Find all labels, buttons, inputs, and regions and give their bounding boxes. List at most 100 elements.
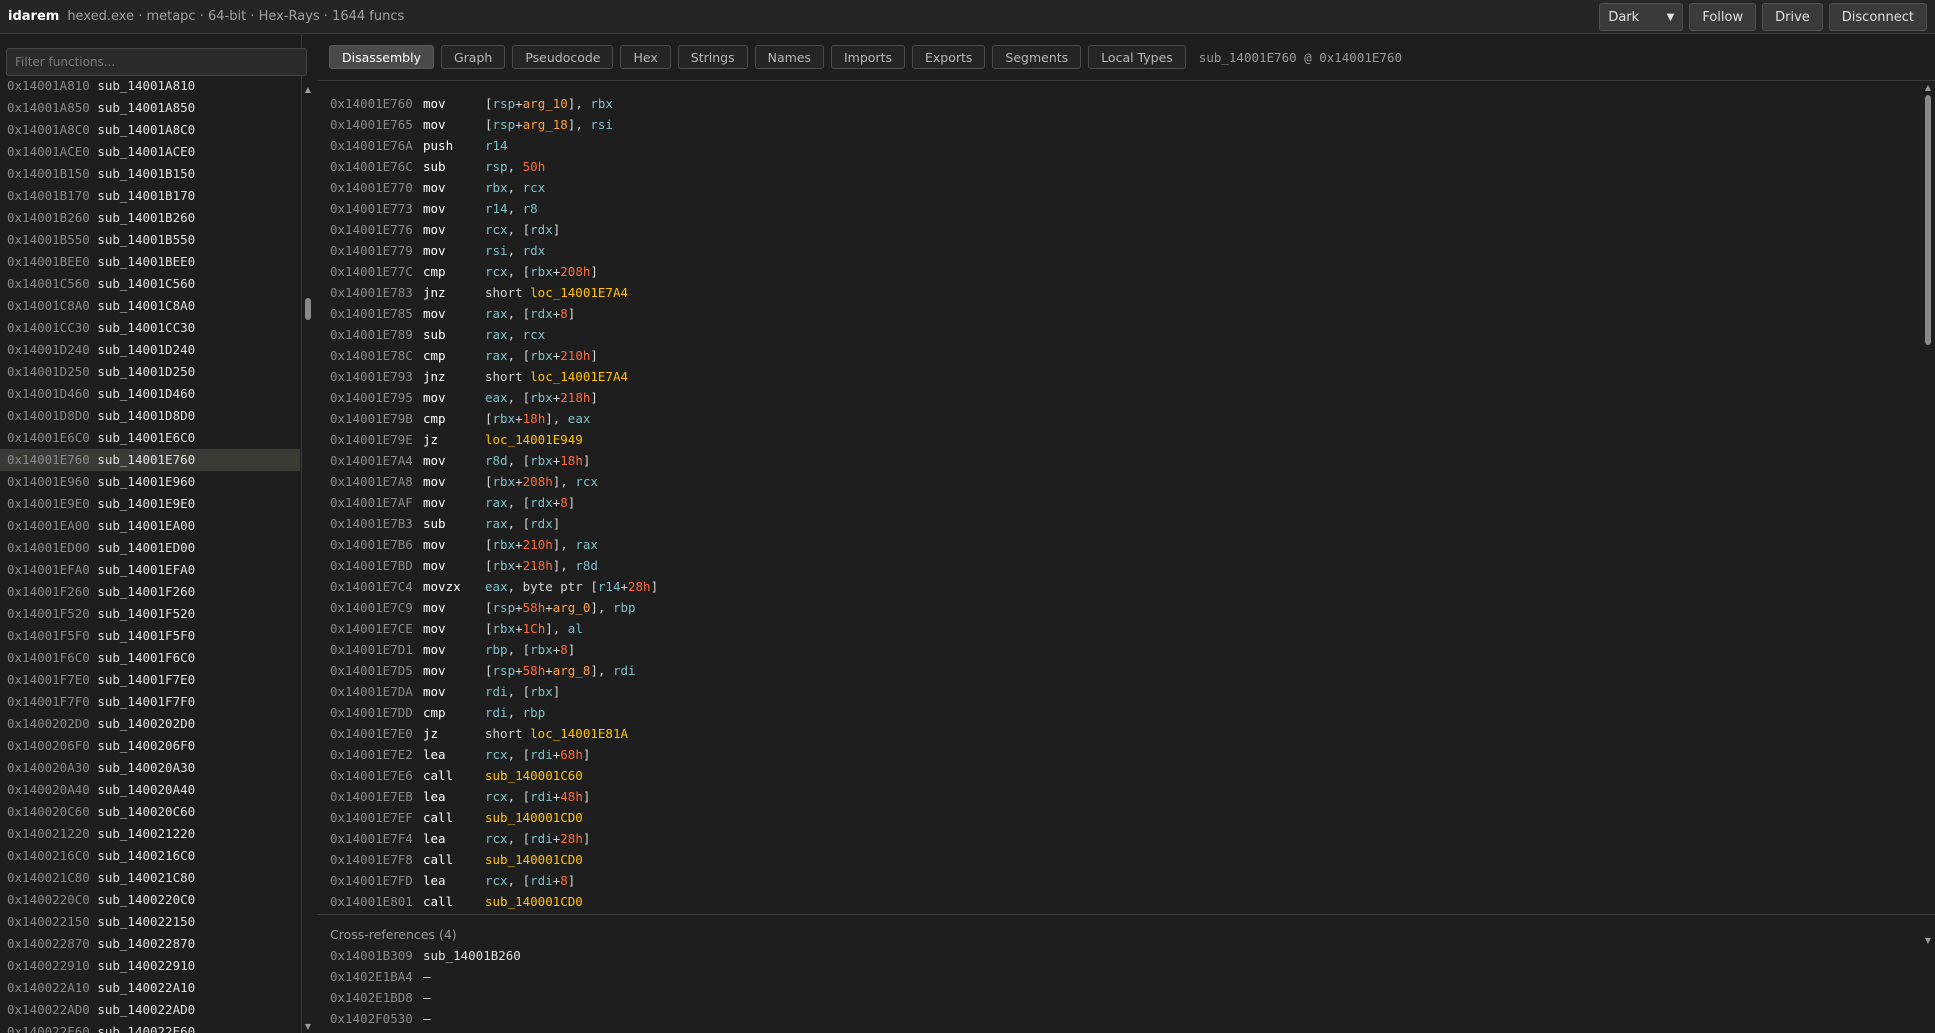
- disassembly-line[interactable]: 0x14001E7C4 movzx eax, byte ptr [r14+28h]: [330, 576, 658, 597]
- disassembly-line[interactable]: 0x14001E7C9 mov [rsp+58h+arg_0], rbp: [330, 597, 658, 618]
- function-list-item[interactable]: 0x14001D8D0 sub_14001D8D0: [0, 405, 300, 427]
- function-list-item[interactable]: 0x14001B170 sub_14001B170: [0, 185, 300, 207]
- function-list-item[interactable]: 0x1400202D0 sub_1400202D0: [0, 713, 300, 735]
- function-list-item[interactable]: 0x1400216C0 sub_1400216C0: [0, 845, 300, 867]
- function-list-item[interactable]: 0x14001D250 sub_14001D250: [0, 361, 300, 383]
- function-list-item[interactable]: 0x14001A810 sub_14001A810: [0, 81, 300, 97]
- function-list-item[interactable]: 0x14001B260 sub_14001B260: [0, 207, 300, 229]
- function-list-item[interactable]: 0x14001E760 sub_14001E760: [0, 449, 300, 471]
- tab-imports[interactable]: Imports: [830, 45, 905, 69]
- disassembly-line[interactable]: 0x14001E7D5 mov [rsp+58h+arg_8], rdi: [330, 660, 658, 681]
- scroll-up-arrow-icon[interactable]: ▲: [1924, 83, 1932, 92]
- scroll-down-arrow-icon[interactable]: ▼: [304, 1022, 312, 1031]
- scrollbar-thumb[interactable]: [305, 298, 311, 320]
- function-list-scrollbar[interactable]: ▲ ▼: [302, 81, 314, 1033]
- disassembly-line[interactable]: 0x14001E773 mov r14, r8: [330, 198, 658, 219]
- disassembly-view[interactable]: 0x14001E760 mov [rsp+arg_10], rbx 0x14001E7…: [317, 81, 1935, 947]
- disassembly-line[interactable]: 0x14001E789 sub rax, rcx: [330, 324, 658, 345]
- function-list-item[interactable]: 0x14001D240 sub_14001D240: [0, 339, 300, 361]
- theme-select[interactable]: Dark ▼: [1599, 3, 1684, 31]
- disassembly-line[interactable]: 0x14001E78C cmp rax, [rbx+210h]: [330, 345, 658, 366]
- disassembly-line[interactable]: 0x14001E7FD lea rcx, [rdi+8]: [330, 870, 658, 891]
- function-list-item[interactable]: 0x14001EFA0 sub_14001EFA0: [0, 559, 300, 581]
- tab-segments[interactable]: Segments: [992, 45, 1082, 69]
- disassembly-line[interactable]: 0x14001E779 mov rsi, rdx: [330, 240, 658, 261]
- function-list-item[interactable]: 0x14001E9E0 sub_14001E9E0: [0, 493, 300, 515]
- xref-item[interactable]: 0x1402E1BA4 —: [330, 966, 521, 987]
- disassembly-line[interactable]: 0x14001E77C cmp rcx, [rbx+208h]: [330, 261, 658, 282]
- tab-graph[interactable]: Graph: [440, 45, 506, 69]
- disassembly-line[interactable]: 0x14001E7D1 mov rbp, [rbx+8]: [330, 639, 658, 660]
- disassembly-line[interactable]: 0x14001E7AF mov rax, [rdx+8]: [330, 492, 658, 513]
- function-list-item[interactable]: 0x14001B150 sub_14001B150: [0, 163, 300, 185]
- function-list-item[interactable]: 0x14001ACE0 sub_14001ACE0: [0, 141, 300, 163]
- scroll-up-arrow-icon[interactable]: ▲: [304, 85, 312, 94]
- xref-item[interactable]: 0x14001B309 sub_14001B260: [330, 945, 521, 966]
- disassembly-line[interactable]: 0x14001E801 call sub_140001CD0: [330, 891, 658, 912]
- function-list-item[interactable]: 0x140022910 sub_140022910: [0, 955, 300, 977]
- disassembly-line[interactable]: 0x14001E776 mov rcx, [rdx]: [330, 219, 658, 240]
- tab-exports[interactable]: Exports: [911, 45, 986, 69]
- function-list-item[interactable]: 0x1400220C0 sub_1400220C0: [0, 889, 300, 911]
- function-list-item[interactable]: 0x1400206F0 sub_1400206F0: [0, 735, 300, 757]
- disassembly-line[interactable]: 0x14001E7A8 mov [rbx+208h], rcx: [330, 471, 658, 492]
- location-reference[interactable]: loc_14001E7A4: [530, 285, 628, 300]
- function-list-item[interactable]: 0x14001F7E0 sub_14001F7E0: [0, 669, 300, 691]
- function-list-item[interactable]: 0x14001F260 sub_14001F260: [0, 581, 300, 603]
- function-list-item[interactable]: 0x140020C60 sub_140020C60: [0, 801, 300, 823]
- function-list-item[interactable]: 0x14001F7F0 sub_14001F7F0: [0, 691, 300, 713]
- disassembly-line[interactable]: 0x14001E76C sub rsp, 50h: [330, 156, 658, 177]
- disassembly-line[interactable]: 0x14001E785 mov rax, [rdx+8]: [330, 303, 658, 324]
- function-list-item[interactable]: 0x14001A8C0 sub_14001A8C0: [0, 119, 300, 141]
- function-list-item[interactable]: 0x14001F6C0 sub_14001F6C0: [0, 647, 300, 669]
- location-reference[interactable]: loc_14001E949: [485, 432, 583, 447]
- disassembly-line[interactable]: 0x14001E7BD mov [rbx+218h], r8d: [330, 555, 658, 576]
- tab-hex[interactable]: Hex: [620, 45, 671, 69]
- xref-item[interactable]: 0x1402F0530 —: [330, 1008, 521, 1029]
- disassembly-line[interactable]: 0x14001E7DA mov rdi, [rbx]: [330, 681, 658, 702]
- disassembly-line[interactable]: 0x14001E76A push r14: [330, 135, 658, 156]
- disassembly-line[interactable]: 0x14001E7B6 mov [rbx+210h], rax: [330, 534, 658, 555]
- function-list-item[interactable]: 0x140022150 sub_140022150: [0, 911, 300, 933]
- disassembly-line[interactable]: 0x14001E7F4 lea rcx, [rdi+28h]: [330, 828, 658, 849]
- xref-item[interactable]: 0x1402E1BD8 —: [330, 987, 521, 1008]
- disassembly-line[interactable]: 0x14001E783 jnz short loc_14001E7A4: [330, 282, 658, 303]
- location-reference[interactable]: loc_14001E81A: [530, 726, 628, 741]
- tab-names[interactable]: Names: [754, 45, 824, 69]
- location-reference[interactable]: sub_140001CD0: [485, 810, 583, 825]
- function-list-item[interactable]: 0x14001C8A0 sub_14001C8A0: [0, 295, 300, 317]
- disassembly-line[interactable]: 0x14001E7EB lea rcx, [rdi+48h]: [330, 786, 658, 807]
- function-list-item[interactable]: 0x14001D460 sub_14001D460: [0, 383, 300, 405]
- disassembly-line[interactable]: 0x14001E7E0 jz short loc_14001E81A: [330, 723, 658, 744]
- function-list-item[interactable]: 0x140021C80 sub_140021C80: [0, 867, 300, 889]
- function-list-item[interactable]: 0x14001ED00 sub_14001ED00: [0, 537, 300, 559]
- function-list-item[interactable]: 0x140020A40 sub_140020A40: [0, 779, 300, 801]
- scrollbar-thumb[interactable]: [1925, 95, 1931, 345]
- disassembly-line[interactable]: 0x14001E7A4 mov r8d, [rbx+18h]: [330, 450, 658, 471]
- function-list-item[interactable]: 0x14001B550 sub_14001B550: [0, 229, 300, 251]
- function-list-item[interactable]: 0x140022A10 sub_140022A10: [0, 977, 300, 999]
- function-list-item[interactable]: 0x14001EA00 sub_14001EA00: [0, 515, 300, 537]
- disassembly-scrollbar[interactable]: ▲ ▼: [1921, 81, 1935, 947]
- function-list-item[interactable]: 0x140022870 sub_140022870: [0, 933, 300, 955]
- function-list-item[interactable]: 0x140020A30 sub_140020A30: [0, 757, 300, 779]
- tab-pseudocode[interactable]: Pseudocode: [512, 45, 614, 69]
- function-list-item[interactable]: 0x14001E6C0 sub_14001E6C0: [0, 427, 300, 449]
- disassembly-line[interactable]: 0x14001E7F8 call sub_140001CD0: [330, 849, 658, 870]
- disassembly-line[interactable]: 0x14001E7B3 sub rax, [rdx]: [330, 513, 658, 534]
- location-reference[interactable]: sub_140001C60: [485, 768, 583, 783]
- disassembly-line[interactable]: 0x14001E7DD cmp rdi, rbp: [330, 702, 658, 723]
- disassembly-line[interactable]: 0x14001E7CE mov [rbx+1Ch], al: [330, 618, 658, 639]
- function-list-item[interactable]: 0x14001F5F0 sub_14001F5F0: [0, 625, 300, 647]
- disassembly-line[interactable]: 0x14001E7EF call sub_140001CD0: [330, 807, 658, 828]
- disassembly-line[interactable]: 0x14001E760 mov [rsp+arg_10], rbx: [330, 93, 658, 114]
- function-list-item[interactable]: 0x14001BEE0 sub_14001BEE0: [0, 251, 300, 273]
- disassembly-line[interactable]: 0x14001E79E jz loc_14001E949: [330, 429, 658, 450]
- function-list-item[interactable]: 0x14001CC30 sub_14001CC30: [0, 317, 300, 339]
- filter-functions-input[interactable]: [6, 48, 307, 76]
- disassembly-line[interactable]: 0x14001E79B cmp [rbx+18h], eax: [330, 408, 658, 429]
- disassembly-line[interactable]: 0x14001E7E6 call sub_140001C60: [330, 765, 658, 786]
- function-list-item[interactable]: 0x140021220 sub_140021220: [0, 823, 300, 845]
- tab-strings[interactable]: Strings: [677, 45, 748, 69]
- function-list-item[interactable]: 0x140022E60 sub_140022E60: [0, 1021, 300, 1033]
